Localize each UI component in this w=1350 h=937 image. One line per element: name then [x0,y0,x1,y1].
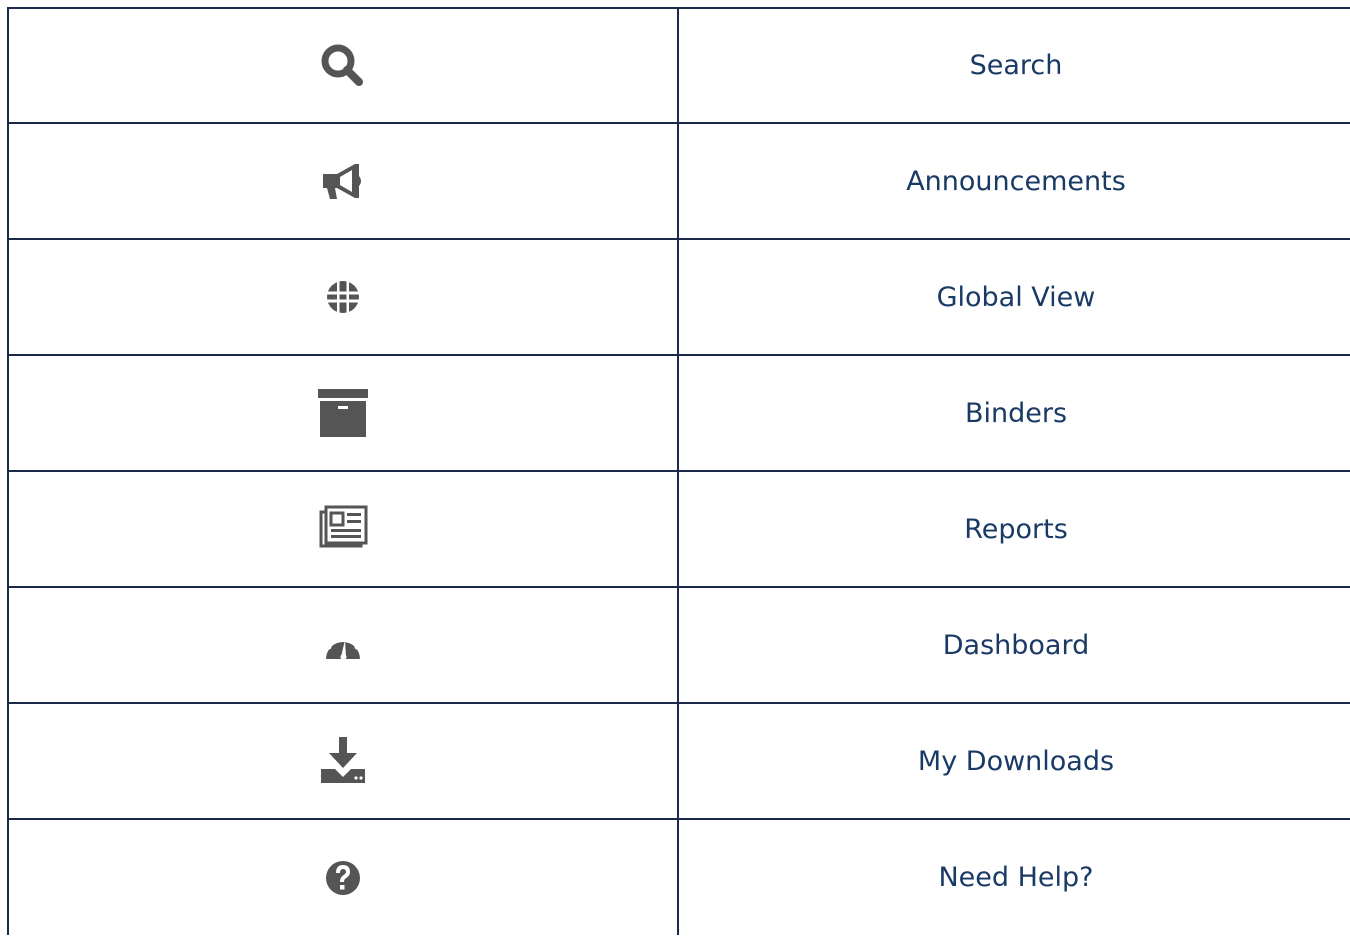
menu-row-global-view[interactable]: Global View [7,238,1350,356]
menu-row-binders[interactable]: Binders [7,354,1350,472]
question-circle-icon[interactable] [313,848,373,908]
need-help-link[interactable]: Need Help? [938,862,1093,893]
download-icon[interactable] [313,731,373,791]
reports-link[interactable]: Reports [964,514,1068,545]
menu-row-announcements[interactable]: Announcements [7,122,1350,240]
label-cell: My Downloads [677,702,1350,820]
my-downloads-link[interactable]: My Downloads [918,746,1114,777]
search-link[interactable]: Search [970,50,1063,81]
search-icon[interactable] [313,36,373,96]
megaphone-icon[interactable] [313,151,373,211]
dashboard-gauge-icon[interactable] [313,615,373,675]
archive-box-icon[interactable] [313,383,373,443]
dashboard-link[interactable]: Dashboard [943,630,1089,661]
icon-cell [7,586,679,704]
icon-cell [7,122,679,240]
label-cell: Search [677,7,1350,124]
label-cell: Need Help? [677,818,1350,935]
global-view-link[interactable]: Global View [937,282,1096,313]
icon-cell [7,818,679,935]
menu-row-reports[interactable]: Reports [7,470,1350,588]
icon-cell [7,354,679,472]
menu-row-dashboard[interactable]: Dashboard [7,586,1350,704]
label-cell: Reports [677,470,1350,588]
icon-cell [7,702,679,820]
label-cell: Announcements [677,122,1350,240]
menu-row-search[interactable]: Search [7,7,1350,124]
newspaper-icon[interactable] [313,499,373,559]
globe-icon[interactable] [313,267,373,327]
binders-link[interactable]: Binders [965,398,1067,429]
announcements-link[interactable]: Announcements [906,166,1126,197]
icon-cell [7,470,679,588]
label-cell: Global View [677,238,1350,356]
icon-cell [7,7,679,124]
menu-row-my-downloads[interactable]: My Downloads [7,702,1350,820]
icon-cell [7,238,679,356]
menu-row-need-help[interactable]: Need Help? [7,818,1350,935]
label-cell: Dashboard [677,586,1350,704]
label-cell: Binders [677,354,1350,472]
navigation-table: Search Announcements Global View Binders… [7,7,1350,935]
